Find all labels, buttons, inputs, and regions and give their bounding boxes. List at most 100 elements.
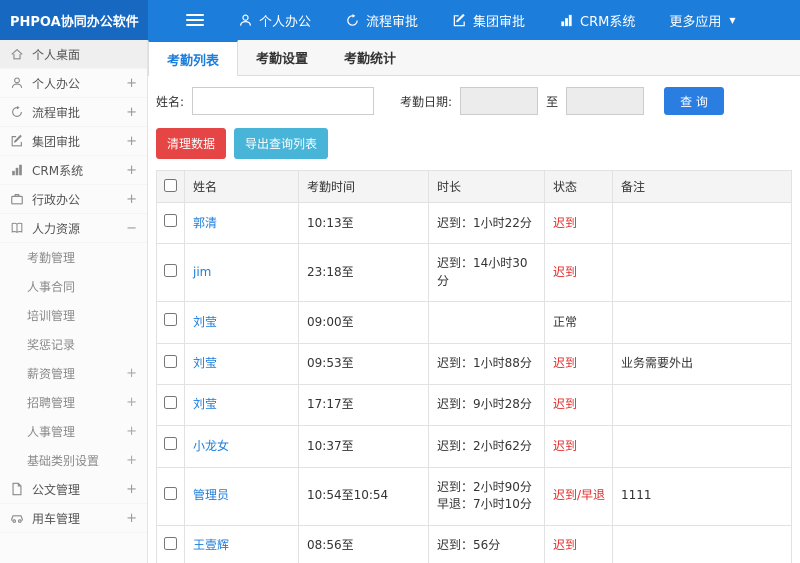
sidebar-item-label: 公文管理 [32,482,81,497]
sidebar-item-crm[interactable]: CRM系统 + [0,156,147,185]
row-checkbox[interactable] [164,214,177,227]
row-checkbox[interactable] [164,313,177,327]
row-checkbox[interactable] [164,354,177,368]
employee-name-link[interactable]: 郭清 [193,216,217,230]
expand-toggle[interactable]: + [126,453,137,468]
tab-attendance-stats[interactable]: 考勤统计 [326,40,414,75]
name-filter-label: 姓名: [156,94,185,109]
expand-toggle[interactable]: + [126,105,137,120]
table-row: 刘莹 09:00至 正常 [156,301,792,344]
collapse-toggle[interactable]: − [126,221,137,236]
note: 1111 [612,466,792,526]
expand-toggle[interactable]: + [126,192,137,207]
duration: 迟到：9小时28分 [428,383,545,427]
expand-toggle[interactable]: + [126,482,137,497]
employee-name-link[interactable]: 刘莹 [193,397,217,411]
expand-toggle[interactable]: + [126,395,137,410]
sidebar-subitem-attendance[interactable]: 考勤管理 [0,243,147,272]
sidebar-subitem-label: 人事管理 [27,425,76,439]
sidebar-item-workflow[interactable]: 流程审批 + [0,98,147,127]
document-icon [10,482,24,496]
sidebar-subitem-personnel[interactable]: 人事管理 + [0,417,147,446]
date-from-input[interactable] [460,87,539,115]
tab-attendance-settings[interactable]: 考勤设置 [238,40,326,75]
sidebar-item-label: 人力资源 [32,221,81,236]
note [612,301,792,344]
export-list-button[interactable]: 导出查询列表 [234,128,329,159]
sidebar-subitem-base-category[interactable]: 基础类别设置 + [0,446,147,475]
sidebar-item-documents[interactable]: 公文管理 + [0,475,147,504]
sidebar-subitem-salary[interactable]: 薪资管理 + [0,359,147,388]
col-name: 姓名 [184,170,299,203]
sidebar-item-personal-office[interactable]: 个人办公 + [0,69,147,98]
col-duration: 时长 [428,170,545,203]
note: 业务需要外出 [612,342,792,385]
nav-workflow-approval[interactable]: 流程审批 [345,11,418,30]
sidebar-item-label: 个人办公 [32,76,81,91]
row-checkbox[interactable] [164,437,177,451]
expand-toggle[interactable]: + [126,511,137,526]
table-row: 管理员 10:54至10:54 迟到：2小时90分 早退：7小时10分 迟到/早… [156,466,792,526]
top-navigation: 个人办公 流程审批 集团审批 CRM系统 更多应用 ▼ [148,0,736,40]
sidebar-item-hr[interactable]: 人力资源 − [0,214,147,243]
sidebar-subitem-training[interactable]: 培训管理 [0,301,147,330]
action-row: 清理数据 导出查询列表 [148,125,800,170]
status-badge: 迟到 [553,215,578,230]
sidebar-item-group-approval[interactable]: 集团审批 + [0,127,147,156]
expand-toggle[interactable]: + [126,76,137,91]
employee-name-link[interactable]: 刘莹 [193,356,217,370]
sidebar-subitem-rewards[interactable]: 奖惩记录 [0,330,147,359]
sidebar-subitem-recruit[interactable]: 招聘管理 + [0,388,147,417]
nav-group-approval[interactable]: 集团审批 [452,11,525,30]
nav-more-apps[interactable]: 更多应用 ▼ [669,11,735,30]
select-all-checkbox[interactable] [164,178,177,192]
sidebar-item-vehicles[interactable]: 用车管理 + [0,504,147,533]
sidebar-subitem-label: 奖惩记录 [27,338,76,352]
expand-toggle[interactable]: + [126,424,137,439]
table-row: 小龙女 10:37至 迟到：2小时62分 迟到 [156,425,792,468]
filter-row: 姓名: 考勤日期: 至 查 询 [148,76,800,125]
duration [428,301,545,344]
chevron-down-icon: ▼ [729,15,736,25]
table-row: 王壹辉 08:56至 迟到：56分 迟到 [156,524,792,563]
row-checkbox[interactable] [164,486,177,500]
nav-personal-office[interactable]: 个人办公 [238,11,311,30]
date-to-input[interactable] [566,87,645,115]
sidebar-subitem-label: 培训管理 [27,309,76,323]
employee-name-link[interactable]: 王壹辉 [193,538,229,552]
search-button[interactable]: 查 询 [664,87,724,115]
note [612,383,792,427]
bar-chart-icon [559,13,574,28]
employee-name-link[interactable]: jim [193,265,211,279]
user-icon [238,13,253,28]
sidebar-item-label: 用车管理 [32,511,81,526]
topbar: PHPOA协同办公软件 个人办公 流程审批 集团审批 CRM系统 更多应用 ▼ [0,0,800,40]
employee-name-link[interactable]: 管理员 [193,488,229,502]
sidebar-subitem-hr-contract[interactable]: 人事合同 [0,272,147,301]
duration: 迟到：1小时88分 [428,342,545,385]
tab-attendance-list[interactable]: 考勤列表 [148,40,239,76]
sidebar: 个人桌面 个人办公 + 流程审批 + 集团审批 + CRM系统 + 行政办公 +… [0,40,148,563]
expand-toggle[interactable]: + [126,366,137,381]
sidebar-subitem-label: 招聘管理 [27,396,76,410]
name-filter-input[interactable] [192,87,375,115]
employee-name-link[interactable]: 小龙女 [193,439,229,453]
briefcase-icon [10,192,24,206]
col-time: 考勤时间 [298,170,429,203]
sidebar-item-desktop[interactable]: 个人桌面 [0,40,147,69]
nav-crm-system[interactable]: CRM系统 [559,11,635,30]
expand-toggle[interactable]: + [126,163,137,178]
user-icon [10,76,24,90]
menu-icon[interactable] [186,14,204,26]
note [612,425,792,468]
status-badge: 正常 [553,314,578,329]
row-checkbox[interactable] [164,395,177,409]
row-checkbox[interactable] [164,263,177,277]
status-badge: 迟到 [553,538,578,553]
expand-toggle[interactable]: + [126,134,137,149]
clean-data-button[interactable]: 清理数据 [156,128,227,159]
row-checkbox[interactable] [164,536,177,550]
employee-name-link[interactable]: 刘莹 [193,315,217,329]
sidebar-item-admin-office[interactable]: 行政办公 + [0,185,147,214]
workflow-icon [10,105,24,119]
